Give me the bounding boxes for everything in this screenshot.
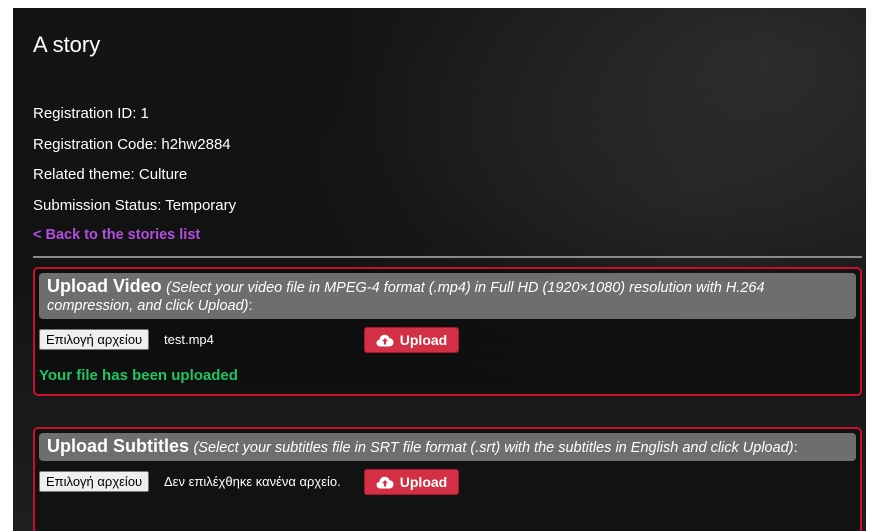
upload-video-header: Upload Video (Select your video file in … — [39, 273, 856, 319]
upload-success-message: Your file has been uploaded — [39, 367, 238, 384]
subtitles-choose-file-button[interactable]: Επιλογή αρχείου — [39, 471, 150, 492]
upload-subtitles-header: Upload Subtitles (Select your subtitles … — [39, 433, 856, 461]
video-upload-label: Upload — [399, 332, 448, 348]
upload-video-heading: Upload Video — [47, 276, 162, 296]
subtitles-upload-label: Upload — [399, 474, 448, 490]
submission-status: Submission Status: Temporary — [33, 197, 237, 214]
upload-subtitles-colon: : — [793, 440, 798, 456]
video-file-row: Επιλογή αρχείου test.mp4 Upload — [39, 327, 860, 353]
subtitles-file-row: Επιλογή αρχείου Δεν επιλέχθηκε κανένα αρ… — [39, 469, 860, 495]
upload-subtitles-heading: Upload Subtitles — [47, 436, 190, 456]
video-choose-file-button[interactable]: Επιλογή αρχείου — [39, 329, 150, 350]
upload-video-section: Upload Video (Select your video file in … — [33, 267, 862, 396]
video-upload-button[interactable]: Upload — [364, 327, 459, 353]
cloud-upload-icon — [376, 334, 394, 347]
cloud-upload-icon — [376, 476, 394, 489]
back-to-stories-link[interactable]: < Back to the stories list — [33, 227, 200, 243]
divider — [33, 256, 862, 258]
video-file-name: test.mp4 — [164, 332, 214, 347]
story-panel: A story Registration ID: 1 Registration … — [13, 8, 866, 531]
related-theme: Related theme: Culture — [33, 166, 188, 183]
subtitles-file-name: Δεν επιλέχθηκε κανένα αρχείο. — [164, 474, 341, 489]
upload-subtitles-section: Upload Subtitles (Select your subtitles … — [33, 427, 862, 531]
subtitles-upload-button[interactable]: Upload — [364, 469, 459, 495]
upload-video-colon: : — [248, 298, 253, 314]
registration-id: Registration ID: 1 — [33, 105, 149, 122]
registration-code: Registration Code: h2hw2884 — [33, 136, 231, 153]
page-title: A story — [33, 32, 101, 57]
upload-subtitles-hint: (Select your subtitles file in SRT file … — [193, 440, 794, 456]
